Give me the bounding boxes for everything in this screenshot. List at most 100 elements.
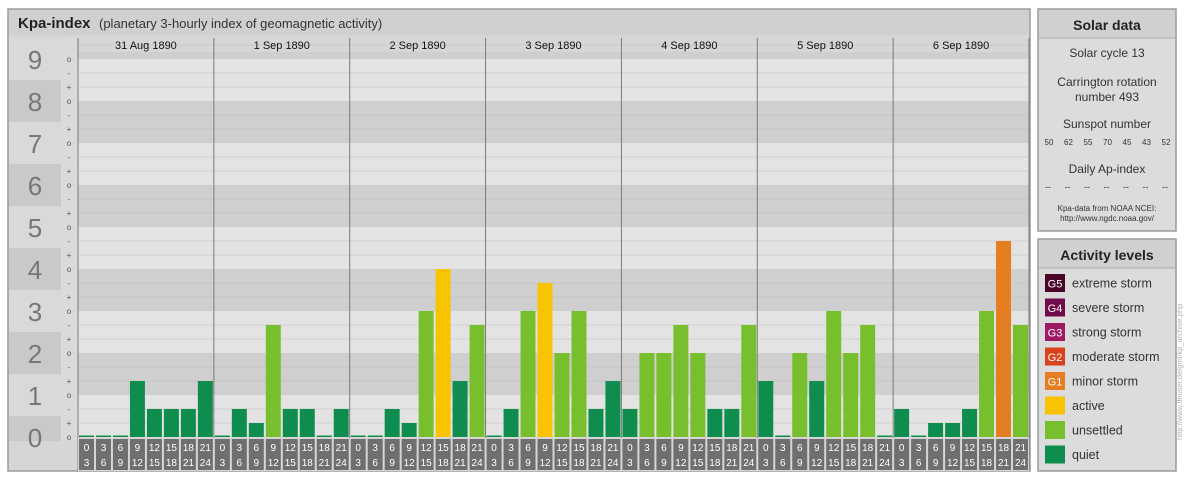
interval-end: 24 — [200, 458, 212, 469]
interval-end: 24 — [879, 458, 891, 469]
ap-value: -- — [1045, 182, 1051, 192]
interval-end: 15 — [964, 458, 976, 469]
y-minor-label: + — [67, 293, 72, 302]
y-minor-label: o — [67, 433, 72, 442]
y-minor-label: - — [68, 195, 71, 204]
interval-start: 0 — [627, 443, 633, 454]
kp-bar — [180, 408, 196, 437]
band — [78, 395, 1029, 437]
kp-bar — [639, 353, 655, 437]
interval-start: 21 — [200, 443, 212, 454]
kp-bar — [843, 353, 859, 437]
kp-bar — [231, 408, 247, 437]
kp-bar — [265, 324, 281, 437]
kp-bar — [418, 311, 434, 437]
interval-start: 6 — [525, 443, 531, 454]
interval-start: 6 — [933, 443, 939, 454]
legend-badge: G1 — [1048, 377, 1063, 389]
interval-start: 3 — [508, 443, 514, 454]
interval-start: 3 — [916, 443, 922, 454]
interval-end: 3 — [84, 458, 90, 469]
interval-end: 6 — [237, 458, 243, 469]
interval-start: 6 — [661, 443, 667, 454]
interval-end: 6 — [372, 458, 378, 469]
legend-label: active — [1072, 399, 1105, 413]
interval-start: 15 — [166, 443, 178, 454]
interval-end: 18 — [573, 458, 585, 469]
band — [78, 143, 1029, 185]
interval-start: 9 — [406, 443, 412, 454]
y-tick-label: 2 — [28, 339, 42, 369]
day-label: 4 Sep 1890 — [661, 40, 717, 52]
interval-end: 6 — [508, 458, 514, 469]
band — [78, 269, 1029, 311]
kp-bar — [384, 408, 400, 437]
y-minor-label: + — [67, 83, 72, 92]
ap-value: -- — [1123, 182, 1129, 192]
kp-bar — [520, 311, 536, 437]
interval-start: 15 — [709, 443, 721, 454]
carrington-line1: Carrington rotation — [1057, 75, 1156, 89]
band — [78, 185, 1029, 227]
interval-start: 15 — [981, 443, 993, 454]
ap-value: -- — [1162, 182, 1168, 192]
legend-title: Activity levels — [1060, 247, 1154, 263]
interval-end: 12 — [539, 458, 551, 469]
legend-label: moderate storm — [1072, 350, 1160, 364]
band — [78, 59, 1029, 101]
interval-end: 18 — [438, 458, 450, 469]
ap-value: -- — [1143, 182, 1149, 192]
interval-end: 21 — [998, 458, 1010, 469]
solar-data-panel: Solar data Solar cycle 13 Carrington rot… — [1037, 8, 1177, 232]
kp-bar — [1013, 324, 1028, 437]
interval-start: 0 — [84, 443, 90, 454]
y-minor-label: - — [68, 111, 71, 120]
kp-bar — [401, 423, 417, 437]
y-minor-label: o — [67, 223, 72, 232]
interval-start: 21 — [336, 443, 348, 454]
interval-end: 9 — [525, 458, 531, 469]
interval-end: 18 — [981, 458, 993, 469]
interval-end: 18 — [709, 458, 721, 469]
kp-bar — [146, 408, 162, 437]
kp-bar — [197, 381, 213, 437]
y-minor-label: - — [68, 363, 71, 372]
kp-bar — [826, 311, 842, 437]
legend-badge: G2 — [1048, 352, 1063, 364]
legend-label: severe storm — [1072, 301, 1144, 315]
kp-bar — [435, 269, 451, 437]
legend-badge: G3 — [1048, 328, 1063, 340]
kp-bar — [316, 435, 332, 437]
kp-bar — [928, 423, 944, 437]
y-minor-label: o — [67, 97, 72, 106]
y-minor-label: - — [68, 69, 71, 78]
interval-end: 3 — [627, 458, 633, 469]
interval-end: 15 — [692, 458, 704, 469]
band — [78, 101, 1029, 143]
interval-end: 3 — [899, 458, 905, 469]
interval-end: 12 — [811, 458, 823, 469]
interval-end: 12 — [132, 458, 144, 469]
band — [78, 311, 1029, 353]
kp-bar — [95, 435, 111, 437]
interval-end: 9 — [389, 458, 395, 469]
kp-bar — [792, 353, 808, 437]
band — [78, 353, 1029, 395]
kp-bar — [452, 381, 468, 437]
interval-start: 0 — [899, 443, 905, 454]
interval-end: 21 — [455, 458, 467, 469]
interval-start: 12 — [421, 443, 433, 454]
interval-end: 21 — [862, 458, 874, 469]
interval-start: 9 — [950, 443, 956, 454]
interval-end: 9 — [661, 458, 667, 469]
y-minor-label: + — [67, 251, 72, 260]
y-minor-label: - — [68, 153, 71, 162]
interval-start: 3 — [644, 443, 650, 454]
interval-start: 3 — [372, 443, 378, 454]
y-tick-label: 7 — [28, 129, 42, 159]
kp-bar — [333, 408, 349, 437]
interval-start: 9 — [814, 443, 820, 454]
sunspot-value: 50 — [1045, 138, 1054, 147]
ap-value: -- — [1065, 182, 1071, 192]
sunspot-value: 45 — [1123, 138, 1132, 147]
